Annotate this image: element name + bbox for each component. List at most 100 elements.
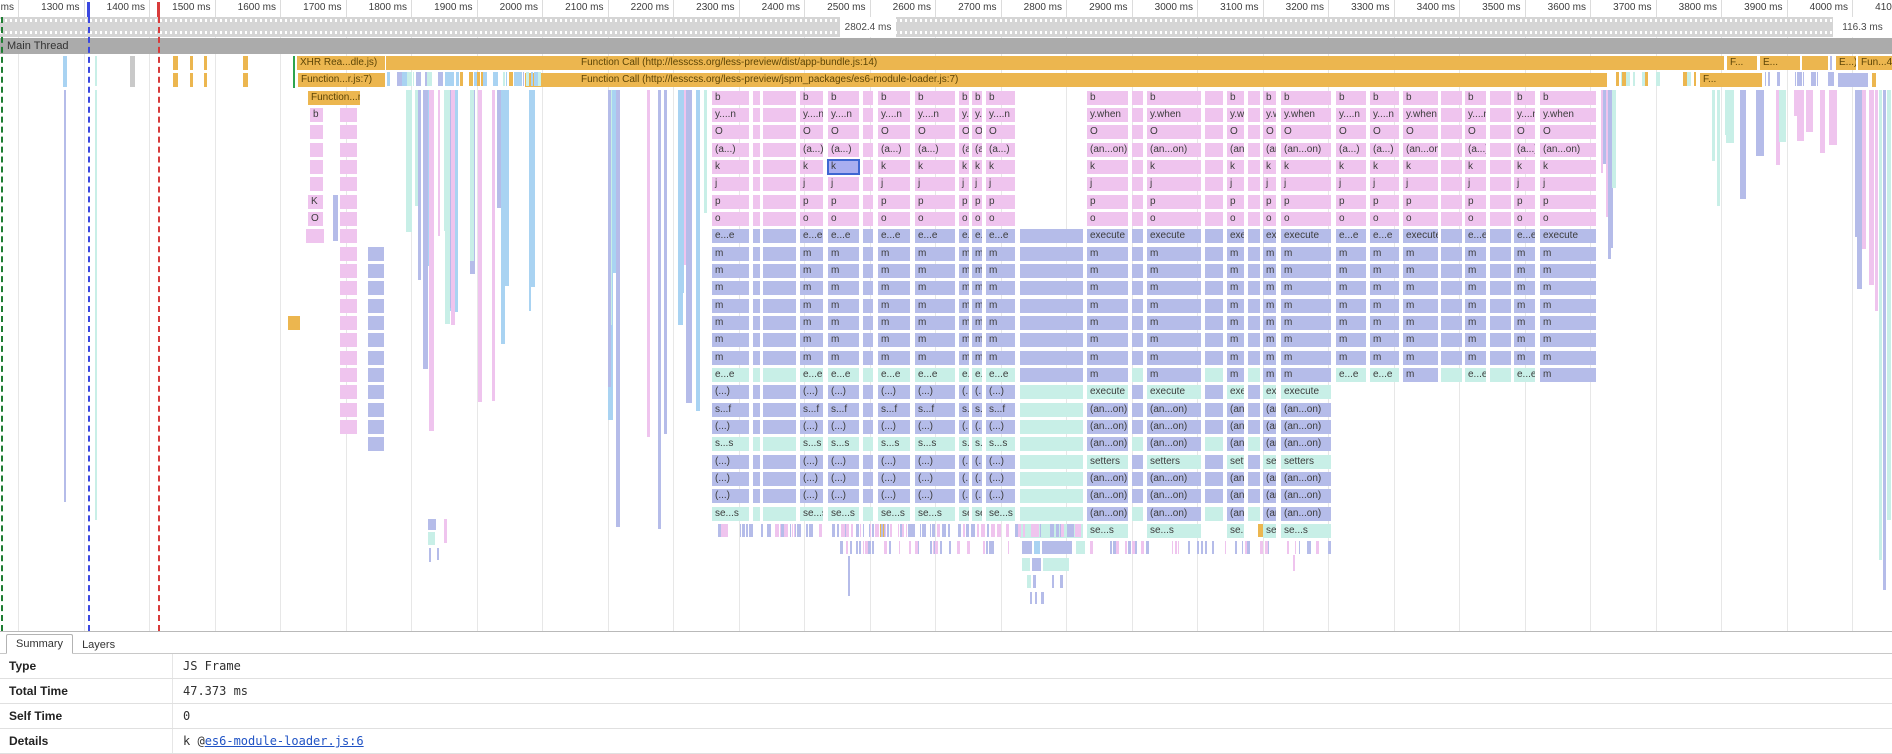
flame-bar[interactable] xyxy=(1248,437,1260,451)
flame-microbar[interactable] xyxy=(1022,558,1030,571)
flame-bar[interactable]: m xyxy=(1336,351,1366,365)
flame-bar[interactable]: (...) xyxy=(712,420,749,434)
flame-bar[interactable] xyxy=(340,143,357,157)
flame-bar[interactable] xyxy=(763,403,796,417)
flame-microbar[interactable] xyxy=(616,90,620,527)
flame-bar[interactable] xyxy=(1205,437,1223,451)
flame-bar[interactable] xyxy=(368,368,384,382)
flame-bar[interactable]: (an...on) xyxy=(1147,437,1201,451)
flame-bar[interactable] xyxy=(863,333,873,347)
flame-microbar[interactable] xyxy=(1328,541,1331,554)
flame-bar[interactable]: m xyxy=(1227,333,1244,347)
flame-microbar[interactable] xyxy=(746,524,748,537)
flame-microbar[interactable] xyxy=(860,524,861,537)
flame-bar[interactable]: s...f xyxy=(712,403,749,417)
flame-bar[interactable]: (an...on) xyxy=(1540,143,1596,157)
flame-bar[interactable]: k xyxy=(1514,160,1535,174)
flame-microbar[interactable] xyxy=(63,56,67,87)
flame-bar[interactable]: (...) xyxy=(972,489,982,503)
flame-bar[interactable] xyxy=(863,108,873,122)
flame-bar[interactable] xyxy=(1441,143,1462,157)
flame-bar[interactable] xyxy=(863,507,873,521)
flame-bar[interactable]: m xyxy=(1336,316,1366,330)
flame-bar[interactable] xyxy=(1205,91,1223,105)
flame-bar[interactable]: k xyxy=(1540,160,1596,174)
flame-bar[interactable] xyxy=(1205,489,1223,503)
flame-bar[interactable] xyxy=(1020,420,1083,434)
flame-microbar[interactable] xyxy=(451,90,455,325)
flame-bar[interactable]: b xyxy=(959,91,969,105)
flame-bar[interactable]: b xyxy=(986,91,1015,105)
flame-bar[interactable]: (an...on) xyxy=(1227,472,1244,486)
flame-bar[interactable]: j xyxy=(712,177,749,191)
flame-bar[interactable]: (an...on) xyxy=(1227,489,1244,503)
flame-bar[interactable]: (an...on) xyxy=(1281,489,1331,503)
flame-bar[interactable]: m xyxy=(972,316,982,330)
flame-bar[interactable]: m xyxy=(1227,316,1244,330)
flame-bar[interactable]: m xyxy=(1263,368,1276,382)
flame-bar[interactable] xyxy=(1205,229,1223,243)
flame-bar[interactable]: m xyxy=(1540,281,1596,295)
flame-microbar[interactable] xyxy=(658,90,661,529)
flame-bar[interactable]: (...) xyxy=(972,472,982,486)
flame-microbar[interactable] xyxy=(909,541,911,554)
flame-bar[interactable]: m xyxy=(800,316,823,330)
flame-microbar[interactable] xyxy=(922,524,926,537)
flame-bar[interactable]: (...) xyxy=(878,385,910,399)
flame-microbar[interactable] xyxy=(437,548,439,560)
flame-microbar[interactable] xyxy=(608,90,611,387)
flame-bar[interactable] xyxy=(763,368,796,382)
flame-bar[interactable]: m xyxy=(1336,333,1366,347)
flame-bar[interactable]: execute xyxy=(1087,229,1128,243)
flame-bar[interactable]: y.when xyxy=(1540,108,1596,122)
flame-bar[interactable] xyxy=(1248,333,1260,347)
flame-bar[interactable]: m xyxy=(712,333,749,347)
flame-bar[interactable] xyxy=(1490,368,1511,382)
flame-bar[interactable]: m xyxy=(878,281,910,295)
flame-bar[interactable] xyxy=(1020,385,1083,399)
flame-bar[interactable]: (a...) xyxy=(878,143,910,157)
flame-microbar[interactable] xyxy=(517,72,522,86)
flame-bar[interactable]: m xyxy=(1087,368,1128,382)
flame-bar[interactable]: y....n xyxy=(1336,108,1366,122)
flame-bar[interactable] xyxy=(1132,403,1143,417)
flame-bar[interactable]: e...e xyxy=(972,368,982,382)
flame-bar[interactable] xyxy=(368,264,384,278)
flame-bar[interactable] xyxy=(1838,73,1868,87)
flame-bar[interactable]: m xyxy=(986,247,1015,261)
flame-bar[interactable]: p xyxy=(1514,195,1535,209)
flame-microbar[interactable] xyxy=(1036,524,1039,537)
flame-bar[interactable] xyxy=(1441,351,1462,365)
flame-bar[interactable]: m xyxy=(1281,264,1331,278)
flame-bar[interactable] xyxy=(863,247,873,261)
flame-microbar[interactable] xyxy=(930,524,931,537)
flame-bar[interactable]: m xyxy=(1403,333,1438,347)
flame-bar[interactable]: (...) xyxy=(915,472,955,486)
flame-bar[interactable]: m xyxy=(828,316,859,330)
flame-microbar[interactable] xyxy=(859,541,861,554)
flame-bar[interactable] xyxy=(340,247,357,261)
flame-bar[interactable]: p xyxy=(915,195,955,209)
flame-microbar[interactable] xyxy=(493,72,498,86)
flame-bar[interactable]: o xyxy=(878,212,910,226)
flame-bar[interactable]: O xyxy=(915,125,955,139)
flame-microbar[interactable] xyxy=(1018,524,1021,537)
flame-bar[interactable] xyxy=(763,281,796,295)
flame-bar[interactable]: O xyxy=(1227,125,1244,139)
flame-bar[interactable]: m xyxy=(1465,281,1486,295)
flame-microbar[interactable] xyxy=(806,524,808,537)
flame-bar[interactable]: s...s xyxy=(972,437,982,451)
flame-microbar[interactable] xyxy=(1803,72,1804,86)
flame-bar[interactable]: m xyxy=(1465,333,1486,347)
flame-bar[interactable] xyxy=(1132,455,1143,469)
flame-microbar[interactable] xyxy=(872,541,874,554)
flame-bar[interactable]: K xyxy=(308,195,323,209)
flame-microbar[interactable] xyxy=(981,524,985,537)
flame-bar[interactable]: p xyxy=(1370,195,1399,209)
flame-bar[interactable]: (...) xyxy=(972,385,982,399)
flame-microbar[interactable] xyxy=(406,90,412,232)
flame-microbar[interactable] xyxy=(977,524,979,537)
flame-bar[interactable]: (...) xyxy=(878,489,910,503)
flame-bar[interactable]: m xyxy=(1281,351,1331,365)
flame-microbar[interactable] xyxy=(875,524,879,537)
